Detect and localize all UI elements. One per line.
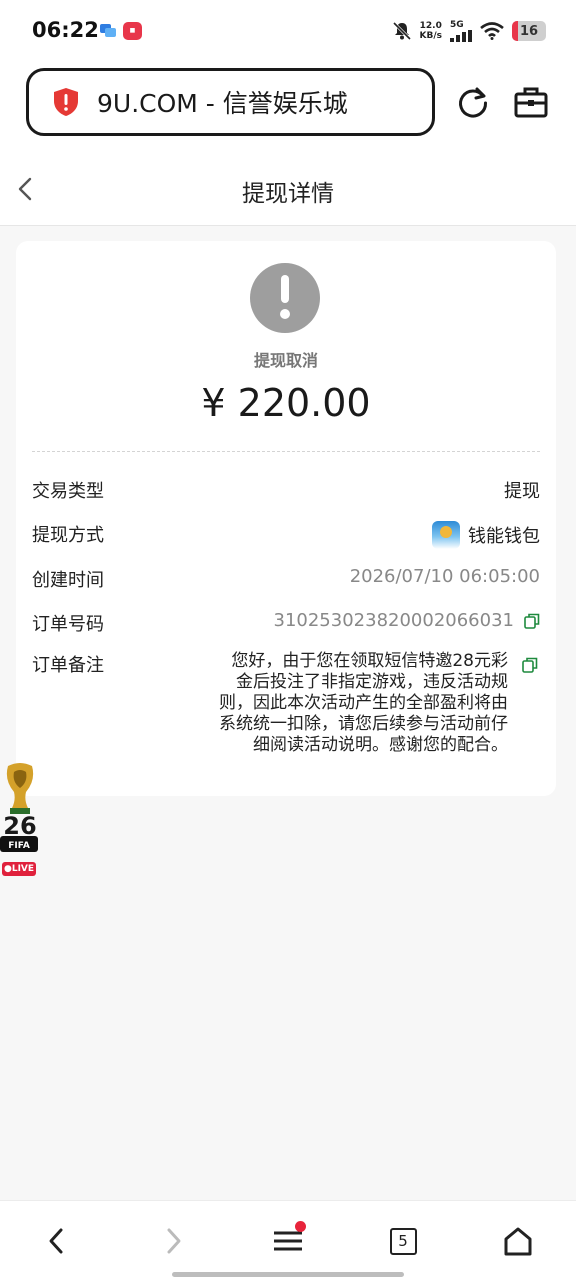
svg-text:FIFA: FIFA (8, 841, 30, 851)
wallet-name: 钱能钱包 (468, 526, 540, 547)
row-label: 提现方式 (32, 525, 104, 546)
network-speed: 12.0 KB/s (420, 21, 442, 41)
mute-bell-icon (392, 21, 411, 41)
withdrawal-amount: ¥ 220.00 (201, 381, 371, 425)
row-value: 钱能钱包 (432, 521, 540, 549)
transaction-type-value: 提现 (504, 481, 540, 502)
order-note-text: 您好，由于您在领取短信特邀28元彩金后投注了非指定游戏，违反活动规则，因此本次活… (219, 651, 508, 755)
row-label: 订单号码 (32, 614, 104, 635)
battery-level: 16 (519, 23, 539, 39)
security-warning-shield-icon[interactable] (53, 87, 79, 117)
withdrawal-detail-card: 提现取消 ¥ 220.00 交易类型 提现 提现方式 钱能钱包 创建时间 202… (16, 241, 556, 796)
browser-bottom-nav: 5 (0, 1200, 576, 1280)
copy-order-number-icon[interactable] (524, 613, 540, 629)
browser-toolbar: 9U.COM - 信誉娱乐城 (0, 60, 576, 152)
page-title: 提现详情 (242, 181, 334, 207)
status-label: 提现取消 (253, 351, 318, 370)
url-text[interactable]: 9U.COM - 信誉娱乐城 (97, 84, 348, 120)
status-time: 06:22 (32, 18, 99, 42)
reload-icon[interactable] (456, 86, 490, 120)
row-value: 提现 (504, 477, 540, 503)
exclamation-icon (250, 263, 320, 333)
row-transaction-type: 交易类型 提现 (32, 477, 540, 507)
signal-bars-icon (450, 29, 472, 42)
dashed-divider (32, 451, 540, 452)
home-icon (504, 1227, 532, 1256)
nav-tabs-button[interactable]: 5 (385, 1223, 421, 1259)
tab-count: 5 (389, 1227, 417, 1255)
order-number-value: 310253023820002066031 (273, 610, 515, 631)
nav-menu-button[interactable] (270, 1221, 306, 1259)
gesture-home-bar[interactable] (172, 1272, 404, 1277)
network-type: 5G (450, 19, 464, 30)
row-created-time: 创建时间 2026/07/10 06:05:00 (32, 566, 540, 596)
row-value: 310253023820002066031 (274, 610, 541, 631)
row-order-number: 订单号码 310253023820002066031 (32, 610, 540, 640)
wallet-logo-icon (432, 521, 460, 549)
live-badge[interactable]: ● LIVE (2, 862, 36, 876)
page-header: 提现详情 (0, 152, 576, 226)
signal-group: 5G (450, 19, 472, 42)
notification-dot (295, 1221, 306, 1232)
shopping-app-icon: ■ (123, 22, 142, 40)
toolbox-icon[interactable] (514, 86, 548, 118)
nav-home-button[interactable] (500, 1223, 536, 1259)
chevron-left-icon (49, 1228, 63, 1254)
address-bar[interactable]: 9U.COM - 信誉娱乐城 (26, 68, 435, 136)
nav-forward-button[interactable] (156, 1223, 192, 1259)
svg-text:26: 26 (3, 812, 36, 840)
row-label: 订单备注 (32, 655, 104, 676)
row-label: 创建时间 (32, 570, 104, 591)
battery-indicator: 16 (512, 21, 546, 41)
wifi-icon (480, 22, 504, 40)
status-indicators: 12.0 KB/s 5G 16 (392, 18, 546, 44)
live-label: LIVE (11, 864, 35, 874)
row-label: 交易类型 (32, 481, 104, 502)
message-app-icon (100, 24, 116, 37)
nav-back-button[interactable] (38, 1223, 74, 1259)
chevron-right-icon (167, 1228, 181, 1254)
row-value: 2026/07/10 06:05:00 (350, 566, 540, 587)
row-withdraw-method: 提现方式 钱能钱包 (32, 521, 540, 551)
speed-value: 12.0 (419, 21, 442, 31)
copy-note-icon[interactable] (522, 657, 538, 673)
speed-unit: KB/s (419, 31, 442, 41)
created-time-value: 2026/07/10 06:05:00 (349, 566, 540, 587)
status-bar: 06:22 ■ 12.0 KB/s 5G 16 (0, 0, 576, 60)
